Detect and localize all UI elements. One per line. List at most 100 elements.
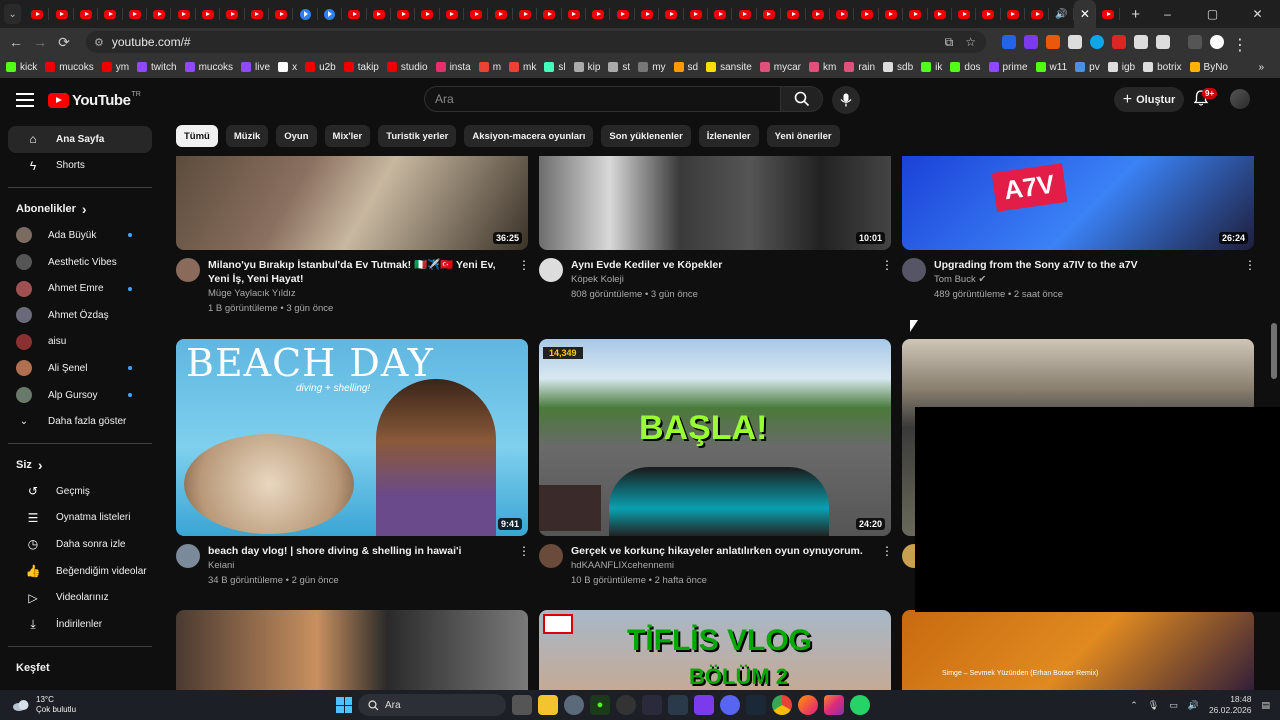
chrome-icon[interactable]	[772, 695, 792, 715]
browser-tab[interactable]	[806, 0, 831, 28]
new-tab-button[interactable]: +	[1126, 6, 1145, 23]
bookmark-item[interactable]: x	[278, 62, 297, 73]
video-thumbnail[interactable]: Simge – Sevmek Yüzünden (Erhan Boraer Re…	[902, 610, 1254, 690]
browser-tab[interactable]	[830, 0, 855, 28]
video-thumbnail[interactable]	[176, 610, 528, 690]
browser-tab[interactable]	[415, 0, 441, 28]
maximize-button[interactable]: ▢	[1190, 7, 1235, 21]
subscription-item[interactable]: Alp Gursoy	[0, 382, 152, 409]
extension-icon[interactable]	[1068, 35, 1082, 49]
bookmark-item[interactable]: km	[809, 62, 836, 73]
bookmark-item[interactable]: ik	[921, 62, 942, 73]
subscription-item[interactable]: Ahmet Özdaş	[0, 302, 152, 329]
browser-tab[interactable]: 🔊	[1049, 0, 1075, 28]
filter-chip[interactable]: Son yüklenenler	[601, 125, 691, 147]
extension-icon[interactable]	[1134, 35, 1148, 49]
browser-tab[interactable]	[659, 0, 684, 28]
browser-tab[interactable]	[391, 0, 416, 28]
microphone-icon[interactable]: 🎙	[1148, 700, 1159, 711]
more-options-icon[interactable]: ⋮	[518, 544, 530, 558]
bookmark-item[interactable]: botrix	[1143, 62, 1182, 73]
network-icon[interactable]: ▭	[1169, 700, 1178, 711]
video-thumbnail[interactable]: BEACH DAY diving + shelling! 9:41	[176, 339, 528, 536]
app-icon[interactable]	[668, 695, 688, 715]
search-input[interactable]: Ara	[424, 86, 781, 112]
channel-name[interactable]: Müge Yaylacık Yıldız	[208, 286, 508, 301]
firefox-icon[interactable]	[798, 695, 818, 715]
browser-tab[interactable]	[488, 0, 514, 28]
video-thumbnail[interactable]: TİFLİS VLOG BÖLÜM 2	[539, 610, 891, 690]
more-options-icon[interactable]: ⋮	[518, 258, 530, 272]
more-options-icon[interactable]: ⋮	[881, 258, 893, 272]
browser-tab[interactable]	[879, 0, 904, 28]
browser-tab[interactable]	[440, 0, 465, 28]
bookmark-item[interactable]: mk	[509, 62, 536, 73]
video-thumbnail[interactable]: 36:25	[176, 156, 528, 250]
app-icon[interactable]	[694, 695, 714, 715]
subscription-item[interactable]: Aesthetic Vibes	[0, 249, 152, 276]
back-icon[interactable]: ←	[4, 34, 28, 50]
tray-chevron-icon[interactable]: ⌃	[1130, 700, 1138, 711]
filter-chip[interactable]: Aksiyon-macera oyunları	[464, 125, 594, 147]
puzzle-icon[interactable]	[1156, 35, 1170, 49]
browser-tab[interactable]	[757, 0, 782, 28]
discord-icon[interactable]	[720, 695, 740, 715]
video-thumbnail[interactable]: 14,349 BAŞLA! 24:20	[539, 339, 891, 536]
sidebar-item[interactable]: ⤓ İndirilenler	[8, 611, 152, 638]
file-explorer-icon[interactable]	[538, 695, 558, 715]
browser-tab[interactable]	[342, 0, 367, 28]
sidebar-item-shorts[interactable]: ϟ Shorts	[8, 153, 152, 180]
bookmark-item[interactable]: mucoks	[45, 62, 94, 73]
video-title[interactable]: Aynı Evde Kediler ve Köpekler	[571, 258, 871, 272]
reload-icon[interactable]: ⟳	[52, 34, 76, 51]
bookmark-item[interactable]: rain	[844, 62, 875, 73]
subscriptions-heading[interactable]: Abonelikler ›	[0, 196, 160, 222]
url-bar[interactable]: ⚙ youtube.com/# ⧉ ☆	[86, 31, 986, 53]
channel-name[interactable]: hdKAANFLIXcehennemi	[571, 558, 871, 573]
bookmark-item[interactable]: insta	[435, 62, 471, 73]
channel-avatar[interactable]	[539, 258, 563, 282]
browser-tab[interactable]	[854, 0, 880, 28]
clock[interactable]: 18:48 26.02.2026	[1209, 694, 1252, 716]
bookmark-item[interactable]: st	[608, 62, 630, 73]
whatsapp-icon[interactable]	[850, 695, 870, 715]
bookmark-item[interactable]: mycar	[759, 62, 801, 73]
windows-start-icon[interactable]	[336, 697, 352, 713]
bookmark-item[interactable]: ByNo	[1189, 62, 1228, 73]
extension-icon[interactable]	[1024, 35, 1038, 49]
browser-tab[interactable]	[147, 0, 172, 28]
close-window-button[interactable]: ✕	[1235, 7, 1280, 21]
browser-tab[interactable]	[903, 0, 928, 28]
browser-tab[interactable]	[98, 0, 124, 28]
you-heading[interactable]: Siz ›	[0, 452, 160, 478]
bookmark-item[interactable]: studio	[386, 62, 428, 73]
media-icon[interactable]	[1188, 35, 1202, 49]
tab-search-icon[interactable]: ⌄	[4, 4, 22, 24]
steam-icon[interactable]	[746, 695, 766, 715]
browser-tab[interactable]	[269, 0, 294, 28]
browser-tab[interactable]	[318, 0, 343, 28]
bookmark-item[interactable]: sansite	[706, 62, 752, 73]
app-icon[interactable]: ●	[590, 695, 610, 715]
bookmark-item[interactable]: pv	[1075, 62, 1100, 73]
bookmark-item[interactable]: kip	[573, 62, 600, 73]
browser-tab[interactable]	[562, 0, 587, 28]
weather-widget[interactable]: 13°C Çok bulutlu	[12, 695, 76, 715]
video-title[interactable]: Gerçek ve korkunç hikayeler anlatılırken…	[571, 544, 871, 558]
volume-icon[interactable]: 🔊	[1188, 700, 1199, 711]
bookmark-item[interactable]: sdb	[883, 62, 913, 73]
video-thumbnail[interactable]: A7V 26:24	[902, 156, 1254, 250]
bookmark-item[interactable]: my	[638, 62, 666, 73]
channel-avatar[interactable]	[176, 258, 200, 282]
task-view-icon[interactable]	[512, 695, 532, 715]
browser-tab[interactable]	[537, 0, 563, 28]
bookmark-star-icon[interactable]: ☆	[965, 35, 976, 50]
scrollbar[interactable]	[1270, 80, 1278, 690]
sidebar-item[interactable]: ◷ Daha sonra izle	[8, 531, 152, 558]
youtube-logo[interactable]: YouTube TR	[48, 91, 141, 109]
browser-tab[interactable]	[732, 0, 758, 28]
bookmark-item[interactable]: live	[241, 62, 270, 73]
create-button[interactable]: + Oluştur	[1114, 87, 1184, 112]
bookmark-item[interactable]: sl	[544, 62, 566, 73]
browser-tab[interactable]	[25, 0, 50, 28]
